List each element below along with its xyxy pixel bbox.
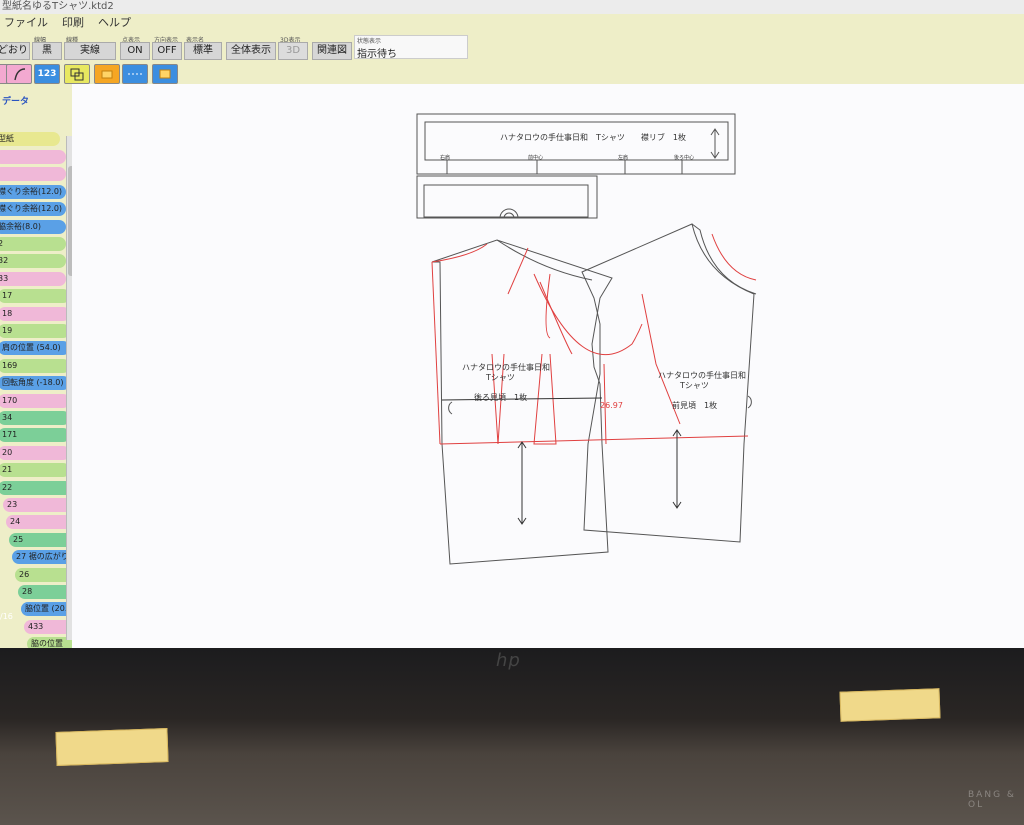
window-title: 型紙名ゆるTシャツ.ktd2: [0, 0, 1024, 14]
toolbar-display-name[interactable]: 表示名 標準: [184, 36, 222, 60]
line-tool-icon[interactable]: [122, 64, 148, 84]
hp-logo: hp: [496, 650, 521, 671]
sidebar-row[interactable]: 18: [0, 306, 70, 321]
rib-point-back-center: 後ろ中心: [674, 154, 694, 161]
sidebar-row[interactable]: [0, 150, 66, 164]
sidebar-row[interactable]: 171: [0, 428, 70, 443]
front-piece-type: Tシャツ: [679, 381, 709, 390]
sticker-right: [839, 688, 941, 722]
collar-rib-piece[interactable]: [416, 113, 736, 175]
sticker-left: [55, 728, 169, 766]
back-piece-type: Tシャツ: [485, 373, 515, 382]
sidebar-row[interactable]: 脇余裕(8.0): [0, 219, 66, 234]
toolbar: どおり 線幅 黒 線種 実線 点表示 ON 方向表示 OFF 表示名 標準 全体…: [0, 32, 1024, 62]
sidebar-row[interactable]: 2: [0, 237, 66, 251]
icon-toolbar: 123: [0, 62, 1024, 86]
toolbar-point-display[interactable]: 点表示 ON: [120, 36, 150, 60]
sidebar-row[interactable]: 20: [0, 445, 70, 460]
notch-right: [747, 395, 752, 409]
sidebar-row[interactable]: 19: [0, 324, 70, 338]
sidebar-row[interactable]: 17: [0, 289, 70, 304]
toolbar-line-type[interactable]: 線種 実線: [64, 36, 116, 60]
toolbar-related-diagram[interactable]: 関連図: [312, 36, 352, 60]
sidebar-row[interactable]: 肩の位置 (54.0): [0, 341, 70, 356]
sidebar-row[interactable]: 回転角度 (-18.0): [0, 376, 70, 391]
notch-left: [448, 401, 453, 415]
status-box: 状態表示 指示待ち: [354, 35, 468, 60]
sidebar-row[interactable]: 襟ぐり余裕(12.0): [0, 184, 66, 199]
drawing-canvas[interactable]: ハナタロウの手仕事日和 Tシャツ 襟リブ 1枚 右肩 前中心 左肩 後ろ中心 ハ…: [72, 84, 1024, 648]
grain-arrows: [441, 397, 682, 525]
rib-point-right-shoulder: 右肩: [440, 154, 450, 161]
back-piece-name: ハナタロウの手仕事日和: [462, 362, 550, 372]
menu-file[interactable]: ファイル: [4, 14, 48, 32]
sidebar-row[interactable]: 33: [0, 271, 66, 286]
toolbar-3d[interactable]: 3D表示 3D: [278, 36, 308, 60]
menu-print[interactable]: 印刷: [62, 14, 84, 32]
sidebar-row[interactable]: 21: [0, 463, 70, 478]
sidebar-row[interactable]: [0, 167, 66, 182]
copy-tool-icon[interactable]: [64, 64, 90, 84]
laptop-bezel: [0, 648, 1024, 825]
sidebar-row[interactable]: 32: [0, 254, 66, 269]
sidebar-row[interactable]: 襟ぐり余裕(12.0): [0, 202, 66, 217]
toolbar-direction-display[interactable]: 方向表示 OFF: [152, 36, 182, 60]
rib-label: ハナタロウの手仕事日和 Tシャツ 襟リブ 1枚: [500, 132, 686, 142]
angle-readout: 26.97: [600, 401, 623, 410]
status-value: 指示待ち: [357, 49, 397, 60]
toolbar-grain-button[interactable]: どおり: [0, 36, 30, 60]
rib-point-front-center: 前中心: [528, 154, 543, 161]
menu-help[interactable]: ヘルプ: [98, 14, 131, 32]
app-window: 型紙名ゆるTシャツ.ktd2 ファイル 印刷 ヘルプ どおり 線幅 黒 線種 実…: [0, 0, 1024, 648]
sidebar-row[interactable]: 170: [0, 393, 70, 408]
sidebar-header: データ: [2, 97, 30, 107]
brand-label: BANG & OL: [968, 790, 1016, 810]
front-bodice-outline[interactable]: [581, 223, 757, 543]
toolbar-line-width[interactable]: 線幅 黒: [32, 36, 62, 60]
front-piece-label: 前見頃 1枚: [672, 400, 717, 410]
tree-root[interactable]: 型紙: [0, 132, 60, 146]
number-tool-icon[interactable]: 123: [34, 64, 60, 84]
sidebar-row[interactable]: 169: [0, 358, 70, 373]
curve-tool-icon[interactable]: [6, 64, 32, 84]
sidebar-row[interactable]: 22: [0, 480, 72, 495]
toolbar-fit-all[interactable]: 全体表示: [226, 36, 276, 60]
pattern-red-lines: [431, 233, 757, 445]
sidebar-row[interactable]: 34: [0, 411, 70, 425]
page-indicator: /16: [0, 612, 13, 621]
folder-tool-2-icon[interactable]: [152, 64, 178, 84]
menu-bar: ファイル 印刷 ヘルプ: [0, 14, 1024, 32]
front-piece-name: ハナタロウの手仕事日和: [658, 370, 746, 380]
neck-strip-piece[interactable]: [416, 175, 598, 219]
pattern-drawing: ハナタロウの手仕事日和 Tシャツ 襟リブ 1枚 右肩 前中心 左肩 後ろ中心 ハ…: [416, 113, 757, 565]
back-piece-label: 後ろ見頃 1枚: [474, 392, 527, 402]
rib-point-left-shoulder: 左肩: [618, 154, 628, 161]
folder-tool-icon[interactable]: [94, 64, 120, 84]
